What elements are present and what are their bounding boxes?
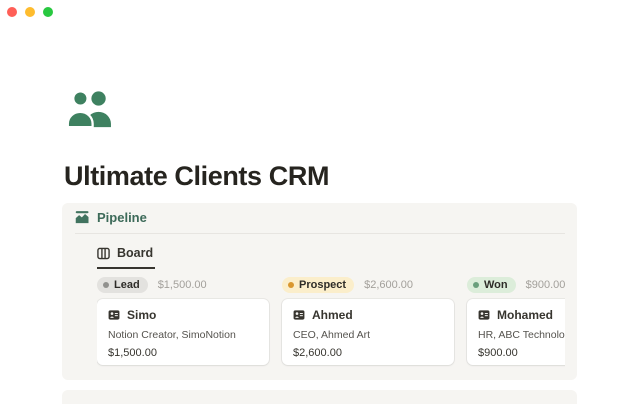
column-total: $900.00 [526, 279, 565, 291]
status-label: Prospect [299, 279, 346, 291]
kanban-board: Lead $1,500.00 Simo [97, 277, 565, 373]
close-window-button[interactable] [7, 7, 17, 17]
status-dot [473, 282, 479, 288]
column-total: $2,600.00 [364, 279, 413, 291]
pipeline-section-title: Pipeline [97, 210, 147, 225]
page-title: Ultimate Clients CRM [64, 161, 329, 192]
board-columns-icon [97, 247, 110, 260]
column-header: Lead $1,500.00 [97, 277, 269, 293]
area-chart-icon [75, 210, 90, 225]
minimize-window-button[interactable] [25, 7, 35, 17]
next-section-partial [62, 390, 577, 404]
two-people-icon[interactable] [66, 88, 112, 130]
card-subtitle: HR, ABC Technology [478, 329, 565, 341]
card-title: Mohamed [497, 308, 553, 322]
card-amount: $2,600.00 [293, 347, 443, 359]
board-column-won: Won $900.00 Mohamed [467, 277, 565, 373]
zoom-window-button[interactable] [43, 7, 53, 17]
status-label: Lead [114, 279, 140, 291]
tab-board[interactable]: Board [97, 246, 155, 269]
card-amount: $900.00 [478, 347, 565, 359]
card-title: Simo [127, 308, 156, 322]
notion-crm-window: { "window": { "controls": [ {"name": "cl… [0, 0, 640, 400]
pipeline-section: Pipeline Board Lead $1,500.00 [62, 203, 577, 380]
status-badge-won[interactable]: Won [467, 277, 516, 293]
pipeline-section-header[interactable]: Pipeline [75, 210, 147, 225]
kanban-card-mohamed[interactable]: Mohamed HR, ABC Technology $900.00 [467, 299, 565, 365]
status-label: Won [484, 279, 508, 291]
kanban-card-ahmed[interactable]: Ahmed CEO, Ahmed Art $2,600.00 [282, 299, 454, 365]
contact-card-icon [293, 310, 305, 320]
card-amount: $1,500.00 [108, 347, 258, 359]
status-dot [103, 282, 109, 288]
board-column-prospect: Prospect $2,600.00 Ahmed [282, 277, 454, 373]
card-subtitle: CEO, Ahmed Art [293, 329, 443, 341]
column-header: Won $900.00 [467, 277, 565, 293]
card-subtitle: Notion Creator, SimoNotion [108, 329, 258, 341]
card-title: Ahmed [312, 308, 353, 322]
board-column-lead: Lead $1,500.00 Simo [97, 277, 269, 373]
kanban-card-simo[interactable]: Simo Notion Creator, SimoNotion $1,500.0… [97, 299, 269, 365]
window-controls [7, 7, 53, 17]
contact-card-icon [108, 310, 120, 320]
contact-card-icon [478, 310, 490, 320]
section-divider [75, 233, 565, 234]
column-total: $1,500.00 [158, 279, 207, 291]
column-header: Prospect $2,600.00 [282, 277, 454, 293]
status-dot [288, 282, 294, 288]
tab-board-label: Board [117, 246, 153, 260]
status-badge-lead[interactable]: Lead [97, 277, 148, 293]
status-badge-prospect[interactable]: Prospect [282, 277, 354, 293]
